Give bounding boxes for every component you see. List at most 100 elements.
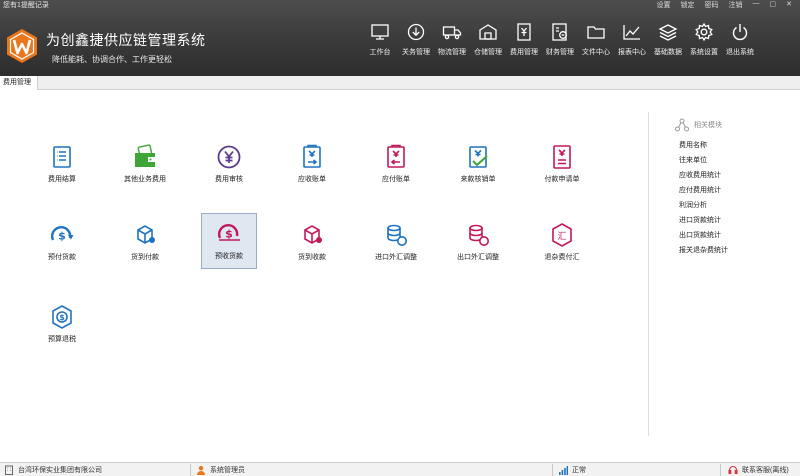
svg-text:$: $ <box>225 228 233 241</box>
yen-circle-icon <box>217 145 241 169</box>
current-user: 系统管理员 <box>210 467 245 474</box>
status-divider <box>552 464 553 476</box>
related-link-receivable-stats[interactable]: 应收费用统计 <box>679 168 728 183</box>
nav-label: 报表中心 <box>618 49 646 56</box>
related-modules-header: 相关模块 <box>675 118 722 132</box>
password-link[interactable]: 密码 <box>705 0 719 10</box>
func-budget-tax-refund[interactable]: $ 预算退税 <box>32 297 92 355</box>
func-export-fx-adjust[interactable]: 出口外汇调整 <box>448 215 508 273</box>
logout-link[interactable]: 注销 <box>729 0 743 10</box>
nav-label: 文件中心 <box>582 49 610 56</box>
sitemap-icon <box>675 118 689 132</box>
func-payable-bill[interactable]: 应付账单 <box>366 137 426 195</box>
layers-icon <box>658 24 678 41</box>
related-modules-title: 相关模块 <box>694 122 722 129</box>
func-refund-fee-remit[interactable]: 汇 退杂费付汇 <box>532 215 592 273</box>
function-grid: 费用结算 其他业务费用 费用审核 应收账单 应付账单 来款核销单 付款申请单 $… <box>0 91 648 461</box>
status-user: 系统管理员 <box>196 463 245 476</box>
top-navigation: 工作台 关务管理 物流管理 仓储管理 费用管理 财务管理 文件中心 报表中心 基… <box>362 14 758 64</box>
nav-logistics[interactable]: 物流管理 <box>434 14 470 64</box>
related-link-import-payment-stats[interactable]: 进口货款统计 <box>679 213 728 228</box>
func-label: 预算退税 <box>48 336 76 343</box>
func-receivable-bill[interactable]: 应收账单 <box>282 137 342 195</box>
nav-label: 工作台 <box>369 49 391 56</box>
related-modules-panel: 相关模块 费用名称 往来单位 应收费用统计 应付费用统计 利润分析 进口货款统计… <box>648 112 798 436</box>
maximize-button[interactable]: ▢ <box>770 0 777 10</box>
nav-reports[interactable]: 报表中心 <box>614 14 650 64</box>
nav-workbench[interactable]: 工作台 <box>362 14 398 64</box>
nav-warehouse[interactable]: 仓储管理 <box>470 14 506 64</box>
cod-box-icon <box>137 225 155 244</box>
func-receipt-writeoff[interactable]: 来款核销单 <box>448 137 508 195</box>
refund-fee-icon: 汇 <box>552 223 572 247</box>
related-link-partners[interactable]: 往来单位 <box>679 153 728 168</box>
func-advance-receipt[interactable]: $ 预收货款 <box>201 213 257 269</box>
func-label: 进口外汇调整 <box>375 254 417 261</box>
status-customer-service[interactable]: 联系客服(离线) <box>728 463 789 476</box>
app-subtitle: 降低能耗、协调合作、工作更轻松 <box>52 55 172 64</box>
func-import-fx-adjust[interactable]: 进口外汇调整 <box>366 215 426 273</box>
func-label: 货到收款 <box>298 254 326 261</box>
nav-finance[interactable]: 财务管理 <box>542 14 578 64</box>
check-bill-icon <box>469 146 488 168</box>
headset-icon <box>728 465 738 475</box>
svg-text:汇: 汇 <box>557 231 566 242</box>
nav-label: 基础数据 <box>654 49 682 56</box>
power-icon <box>732 24 748 41</box>
wallet-icon <box>135 144 155 167</box>
line-chart-icon <box>623 25 640 40</box>
lock-link[interactable]: 锁定 <box>681 0 695 10</box>
func-label: 应付账单 <box>382 176 410 183</box>
related-link-fee-name[interactable]: 费用名称 <box>679 138 728 153</box>
func-label: 其他业务费用 <box>124 176 166 183</box>
func-label: 退杂费付汇 <box>544 254 580 261</box>
minimize-button[interactable]: — <box>753 0 760 10</box>
func-label: 预付货款 <box>48 254 76 261</box>
related-link-export-payment-stats[interactable]: 出口货款统计 <box>679 228 728 243</box>
nav-basedata[interactable]: 基础数据 <box>650 14 686 64</box>
func-payment-request[interactable]: 付款申请单 <box>532 137 592 195</box>
nav-files[interactable]: 文件中心 <box>578 14 614 64</box>
related-modules-list: 费用名称 往来单位 应收费用统计 应付费用统计 利润分析 进口货款统计 出口货款… <box>679 138 728 258</box>
func-other-business-fee[interactable]: 其他业务费用 <box>115 137 175 195</box>
related-link-customs-refund-stats[interactable]: 报关退杂费统计 <box>679 243 728 258</box>
status-divider <box>190 464 191 476</box>
customer-service-link[interactable]: 联系客服(离线) <box>742 465 789 475</box>
close-button[interactable]: ✕ <box>786 0 792 10</box>
nav-expense[interactable]: 费用管理 <box>506 14 542 64</box>
status-company: 台湾环保实业集团有限公司 <box>4 463 102 476</box>
user-icon <box>197 466 205 475</box>
settings-link[interactable]: 设置 <box>657 0 671 10</box>
nav-label: 物流管理 <box>438 49 466 56</box>
nav-exit[interactable]: 退出系统 <box>722 14 758 64</box>
related-link-profit-analysis[interactable]: 利润分析 <box>679 198 728 213</box>
nav-label: 财务管理 <box>546 49 574 56</box>
related-link-payable-stats[interactable]: 应付费用统计 <box>679 183 728 198</box>
nav-label: 关务管理 <box>402 49 430 56</box>
func-expense-review[interactable]: 费用审核 <box>199 137 259 195</box>
nav-label: 退出系统 <box>726 49 754 56</box>
func-label: 货到付款 <box>131 254 159 261</box>
reminder-notice[interactable]: 您有1提醒记录 <box>3 0 49 10</box>
app-title: 为创鑫捷供应链管理系统 <box>46 32 206 48</box>
yen-document-icon <box>517 23 531 41</box>
payment-request-icon <box>553 145 571 169</box>
prepaid-icon: $ <box>51 226 74 243</box>
func-collect-on-delivery[interactable]: 货到收款 <box>282 215 342 273</box>
settlement-icon <box>53 146 71 168</box>
connection-state: 正常 <box>572 467 586 474</box>
export-fx-icon <box>469 224 489 246</box>
func-label: 出口外汇调整 <box>457 254 499 261</box>
nav-settings[interactable]: 系统设置 <box>686 14 722 64</box>
monitor-icon <box>371 24 389 40</box>
nav-customs[interactable]: 关务管理 <box>398 14 434 64</box>
tab-expense-management[interactable]: 费用管理 <box>0 76 38 90</box>
signal-icon <box>559 466 568 475</box>
warehouse-icon <box>479 24 497 40</box>
func-prepaid-payment[interactable]: $ 预付货款 <box>32 215 92 273</box>
func-expense-settlement[interactable]: 费用结算 <box>32 137 92 195</box>
func-label: 费用审核 <box>215 176 243 183</box>
svg-text:$: $ <box>58 230 66 243</box>
gear-icon <box>695 22 713 42</box>
func-pay-on-delivery[interactable]: 货到付款 <box>115 215 175 273</box>
